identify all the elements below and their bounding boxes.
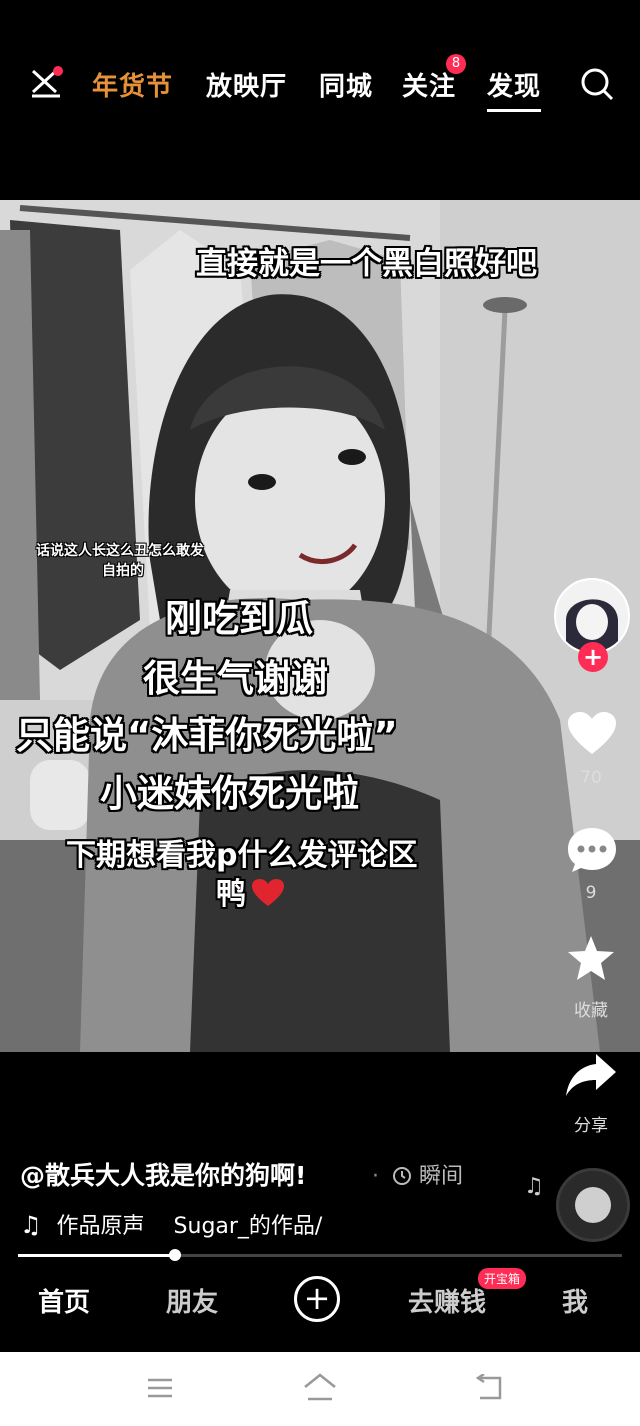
like-count: 70 [580, 768, 602, 788]
music-title: 作品原声 [56, 1214, 145, 1239]
tab-following[interactable]: 关注 [402, 66, 456, 103]
caption-line-6-wrap: 鸭 [216, 869, 285, 913]
video-scene-image [0, 200, 640, 1052]
search-icon[interactable] [578, 66, 618, 102]
moment-clock-icon [393, 1167, 411, 1185]
music-author: Sugar_的作品/ [173, 1214, 323, 1239]
tab-friends[interactable]: 朋友 [166, 1282, 218, 1319]
progress-track[interactable] [18, 1249, 622, 1261]
caption-small-1: 话说这人长这么丑怎么敢发 [36, 543, 204, 559]
floating-note-icon: ♫ [524, 1174, 544, 1199]
comment-icon[interactable] [566, 826, 618, 878]
caption-line-1: 刚吃到瓜 [165, 597, 313, 640]
red-heart-emoji [252, 879, 285, 906]
follow-plus-button[interactable]: + [578, 642, 608, 672]
like-heart-icon[interactable] [566, 710, 618, 760]
music-note-icon: ♫ [20, 1211, 42, 1239]
tab-me[interactable]: 我 [562, 1282, 588, 1319]
top-nav: 年货节 放映厅 同城 关注 8 发现 [0, 0, 640, 200]
caption-line-5: 下期想看我p什么发评论区 [66, 838, 418, 873]
video-frame[interactable]: 直接就是一个黑白照好吧 话说这人长这么丑怎么敢发 自拍的 刚吃到瓜 很生气谢谢 … [0, 200, 640, 1052]
caption-line-6: 鸭 [216, 877, 246, 912]
create-plus-button[interactable]: + [294, 1276, 340, 1322]
tab-discover[interactable]: 发现 [487, 66, 542, 112]
tab-home[interactable]: 首页 [38, 1282, 90, 1319]
progress-knob[interactable] [169, 1249, 181, 1261]
caption-small-2: 自拍的 [102, 563, 144, 579]
progress-fill [18, 1254, 175, 1257]
caption-line-2: 很生气谢谢 [143, 657, 328, 700]
moment-label: 瞬间 [419, 1164, 464, 1189]
music-row[interactable]: ♫ 作品原声 Sugar_的作品/ [20, 1208, 322, 1240]
back-icon[interactable] [474, 1372, 504, 1406]
post-author[interactable]: @散兵大人我是你的狗啊! [20, 1156, 306, 1192]
share-arrow-icon[interactable] [564, 1052, 618, 1102]
tab-local[interactable]: 同城 [319, 66, 373, 103]
earn-badge: 开宝箱 [478, 1268, 527, 1289]
caption-top: 直接就是一个黑白照好吧 [196, 246, 537, 282]
caption-line-3: 只能说“沐菲你死光啦” [16, 714, 398, 757]
caption-line-4: 小迷妹你死光啦 [100, 772, 359, 815]
favorite-star-icon[interactable] [566, 934, 616, 986]
tab-festival[interactable]: 年货节 [92, 66, 173, 103]
tab-earn[interactable]: 去赚钱 [408, 1282, 486, 1319]
home-icon[interactable] [302, 1372, 338, 1406]
tab-cinema[interactable]: 放映厅 [206, 66, 287, 103]
menu-icon[interactable] [28, 66, 64, 100]
music-disc[interactable] [556, 1168, 630, 1242]
following-badge: 8 [446, 54, 466, 74]
comment-count: 9 [585, 883, 597, 903]
recent-apps-icon[interactable] [146, 1376, 174, 1404]
favorite-label: 收藏 [574, 1001, 608, 1021]
system-nav-bar [0, 1352, 640, 1426]
share-label: 分享 [574, 1116, 608, 1136]
moment-tag[interactable]: · 瞬间 [372, 1158, 463, 1190]
